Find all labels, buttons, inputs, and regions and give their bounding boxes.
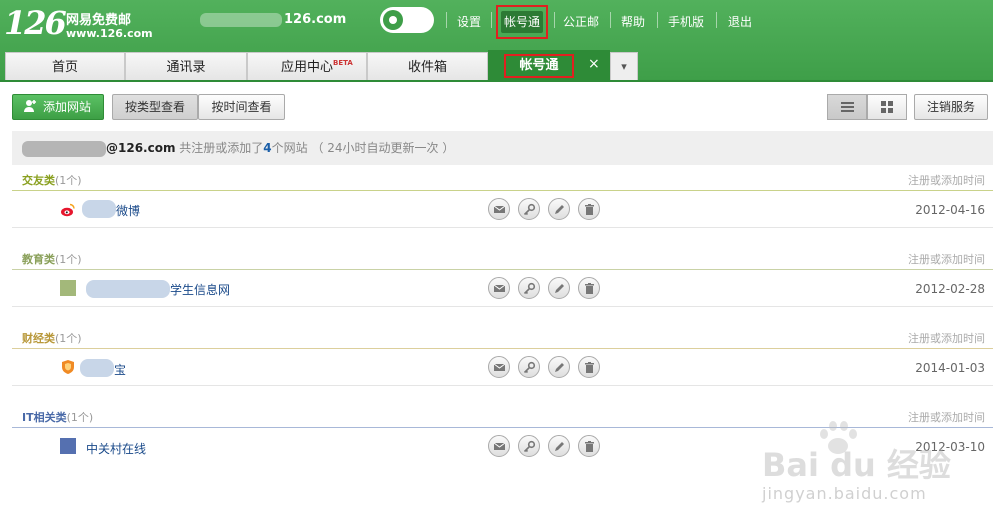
tab-inbox[interactable]: 收件箱 [367, 52, 488, 82]
tab-underline [0, 80, 993, 82]
site-link-finance[interactable]: 宝 [114, 361, 126, 378]
beta-badge: BETA [333, 59, 353, 67]
chevron-down-icon[interactable]: ▾ [610, 52, 638, 82]
mail-icon[interactable] [488, 277, 510, 299]
view-by-time-button[interactable]: 按时间查看 [198, 94, 285, 120]
cancel-service-button[interactable]: 注销服务 [914, 94, 988, 120]
pencil-icon[interactable] [548, 277, 570, 299]
category-divider [12, 269, 993, 270]
divider [554, 12, 555, 28]
column-header-date[interactable]: 注册或添加时间 [908, 251, 985, 267]
baidu-watermark: Bai du 经验 [762, 446, 951, 484]
tab-home[interactable]: 首页 [5, 52, 125, 82]
logout-link[interactable]: 退出 [728, 13, 752, 30]
row-divider [12, 306, 993, 307]
pencil-icon[interactable] [548, 198, 570, 220]
logo-name: 网易免费邮 [66, 13, 132, 28]
tab-bar: 首页 通讯录 应用中心 BETA 收件箱 帐号通 × ▾ [0, 48, 993, 82]
shield-icon [60, 359, 76, 375]
site-link-weibo[interactable]: 微博 [116, 202, 140, 219]
column-header-date[interactable]: 注册或添加时间 [908, 330, 985, 346]
divider [657, 12, 658, 28]
site-name-mask [86, 280, 170, 298]
notary-mail-link[interactable]: 公正邮 [563, 13, 599, 30]
tab-account-pass-label: 帐号通 [504, 54, 574, 78]
add-site-button[interactable]: 添加网站 [12, 94, 104, 120]
category-finance: 财经类(1个) [22, 332, 82, 345]
column-header-date[interactable]: 注册或添加时间 [908, 172, 985, 188]
divider [610, 12, 611, 28]
tab-app-center[interactable]: 应用中心 BETA [247, 52, 367, 82]
trash-icon[interactable] [578, 356, 600, 378]
pencil-icon[interactable] [548, 356, 570, 378]
grid-icon [881, 101, 894, 113]
help-link[interactable]: 帮助 [621, 13, 645, 30]
account-mask [22, 140, 106, 157]
column-header-date[interactable]: 注册或添加时间 [908, 409, 985, 425]
account-mask [200, 12, 282, 27]
category-education: 教育类(1个) [22, 253, 82, 266]
list-icon [841, 102, 854, 112]
status-toggle[interactable] [380, 7, 434, 33]
summary-bar: @126.com 共注册或添加了4个网站 （ 24小时自动更新一次 ） [12, 131, 993, 165]
trash-icon[interactable] [578, 435, 600, 457]
row-divider [12, 385, 993, 386]
list-view-button[interactable] [827, 94, 867, 120]
trash-icon[interactable] [578, 277, 600, 299]
divider [491, 12, 492, 28]
weibo-icon [60, 202, 76, 218]
category-it: IT相关类(1个) [22, 411, 94, 424]
site-name-mask [80, 359, 114, 377]
divider [716, 12, 717, 28]
mail-icon[interactable] [488, 198, 510, 220]
site-name-mask [82, 200, 116, 218]
watermark-url: jingyan.baidu.com [762, 484, 927, 503]
close-icon[interactable]: × [588, 56, 600, 72]
mail-icon[interactable] [488, 356, 510, 378]
mail-icon[interactable] [488, 435, 510, 457]
key-icon[interactable] [518, 277, 540, 299]
pencil-icon[interactable] [548, 435, 570, 457]
education-square-icon [60, 280, 76, 296]
tab-account-pass[interactable]: 帐号通 × [488, 50, 610, 82]
logo-number[interactable]: 126 [4, 4, 67, 42]
site-date: 2012-02-28 [915, 282, 985, 296]
account-email: 126.com [200, 12, 346, 27]
row-divider [12, 227, 993, 228]
category-social: 交友类(1个) [22, 174, 82, 187]
site-date: 2014-01-03 [915, 361, 985, 375]
category-divider [12, 348, 993, 349]
view-by-type-button[interactable]: 按类型查看 [112, 94, 198, 120]
toggle-knob-icon [383, 10, 403, 30]
settings-link[interactable]: 设置 [457, 13, 481, 30]
mobile-link[interactable]: 手机版 [668, 13, 704, 30]
grid-view-button[interactable] [867, 94, 907, 120]
tab-contacts[interactable]: 通讯录 [125, 52, 247, 82]
add-user-icon [23, 99, 39, 115]
category-divider [12, 190, 993, 191]
divider [446, 12, 447, 28]
logo-url: www.126.com [66, 27, 153, 40]
app-header: 126 网易免费邮 www.126.com 126.com 设置 帐号通 公正邮… [0, 0, 993, 82]
site-link-student-info[interactable]: 学生信息网 [170, 281, 230, 298]
site-link-zol[interactable]: 中关村在线 [86, 440, 146, 457]
it-square-icon [60, 438, 76, 454]
site-date: 2012-04-16 [915, 203, 985, 217]
key-icon[interactable] [518, 198, 540, 220]
key-icon[interactable] [518, 435, 540, 457]
trash-icon[interactable] [578, 198, 600, 220]
key-icon[interactable] [518, 356, 540, 378]
account-pass-link[interactable]: 帐号通 [496, 5, 548, 39]
